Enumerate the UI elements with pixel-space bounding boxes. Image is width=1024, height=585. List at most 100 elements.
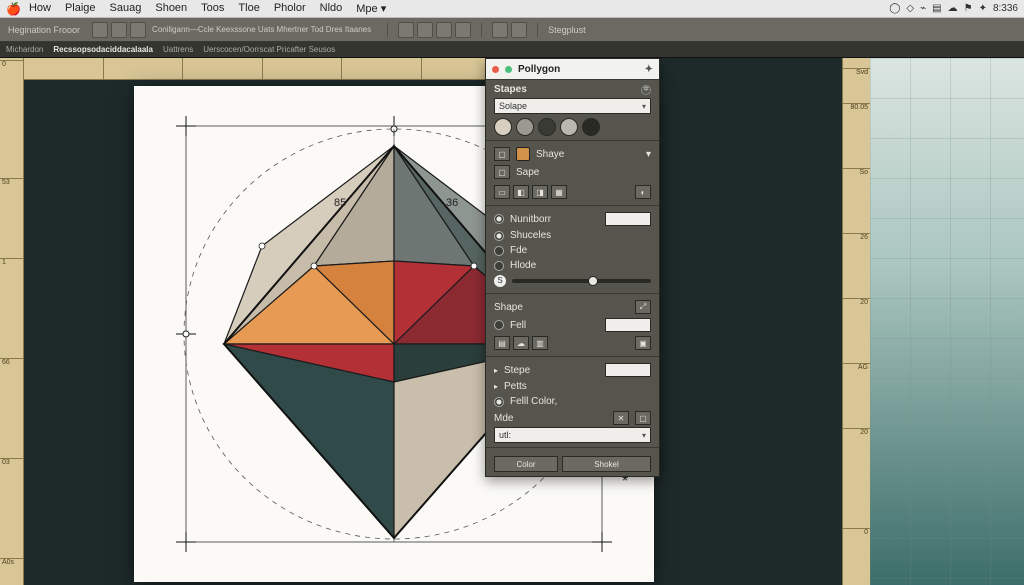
radio[interactable] <box>494 246 504 256</box>
square-icon[interactable]: ▢ <box>494 147 510 161</box>
os-menu-items: How Plaige Sauag Shoen Toos Tloe Pholor … <box>29 2 386 15</box>
tray-icon[interactable]: ⌁ <box>920 3 926 14</box>
ruler-tick <box>24 58 104 79</box>
radio[interactable] <box>494 320 504 330</box>
tool-button[interactable] <box>511 22 527 38</box>
checkbox[interactable]: ✕ <box>613 411 629 425</box>
tool-button[interactable] <box>92 22 108 38</box>
canvas-area[interactable]: 85 36 * Pollygon ✦ Stapes✲ Solape▾ <box>24 58 842 585</box>
ruler-tick <box>104 58 184 79</box>
radio[interactable] <box>494 231 504 241</box>
ruler-tick: 26 <box>843 233 870 241</box>
mini-tool[interactable]: ▣ <box>635 336 651 350</box>
secondary-viewport[interactable] <box>870 58 1024 585</box>
mini-tool[interactable]: ▭ <box>494 185 510 199</box>
dimension-label-right: 36 <box>446 197 458 209</box>
menu-toos[interactable]: Toos <box>201 2 224 15</box>
swatch[interactable] <box>538 118 556 136</box>
slider-thumb[interactable] <box>588 276 598 286</box>
ruler-tick <box>183 58 263 79</box>
swatch[interactable] <box>516 118 534 136</box>
radio[interactable] <box>494 214 504 224</box>
mini-tool[interactable]: ▤ <box>494 336 510 350</box>
swatch[interactable] <box>582 118 600 136</box>
tray-icon[interactable]: ◯ <box>889 3 900 14</box>
ruler-tick: 03 <box>0 458 23 466</box>
menu-how[interactable]: How <box>29 2 51 15</box>
mini-tool[interactable]: ◧ <box>513 185 529 199</box>
panel-titlebar[interactable]: Pollygon ✦ <box>486 59 659 79</box>
tool-button[interactable] <box>492 22 508 38</box>
tab-1[interactable]: Recssopsodaciddacalaala <box>53 45 153 54</box>
apple-icon[interactable]: 🍎 <box>6 2 21 16</box>
tab-3[interactable]: Uerscocen/Oorrscat Pricafter Seusos <box>203 45 335 54</box>
ruler-vertical[interactable]: 0 53 1 66 03 A0s <box>0 58 24 585</box>
tab-0[interactable]: Michardon <box>6 45 43 54</box>
fell-input[interactable] <box>605 318 651 332</box>
menu-pholor[interactable]: Pholor <box>274 2 306 15</box>
shape-label-2: Sape <box>516 167 539 178</box>
swatch[interactable] <box>494 118 512 136</box>
menu-sauag[interactable]: Sauag <box>110 2 142 15</box>
polygon-panel[interactable]: Pollygon ✦ Stapes✲ Solape▾ ▢Shaye▾ ▢S <box>485 58 660 477</box>
shape-label-1: Shaye <box>536 149 564 160</box>
panel-menu-icon[interactable]: ✦ <box>645 64 653 75</box>
menu-shoen[interactable]: Shoen <box>155 2 187 15</box>
ruler-tick: 20 <box>843 428 870 436</box>
swatch-row <box>494 118 651 136</box>
tool-button[interactable] <box>130 22 146 38</box>
lock-icon[interactable]: ⤢ <box>635 300 651 314</box>
ruler-tick: Svd <box>843 68 870 76</box>
grid-overlay <box>870 58 1024 585</box>
mini-tool[interactable]: ◨ <box>532 185 548 199</box>
tool-button[interactable] <box>111 22 127 38</box>
shapes-dropdown[interactable]: Solape▾ <box>494 98 651 114</box>
ruler-tick: 0 <box>0 60 23 68</box>
menu-plaige[interactable]: Plaige <box>65 2 96 15</box>
mini-tool[interactable]: ▦ <box>551 185 567 199</box>
square-icon[interactable]: ▢ <box>494 165 510 179</box>
ruler-vertical-right[interactable]: Svd 80.05 So 26 20 AG 20 0 <box>842 58 870 585</box>
menu-mpe[interactable]: Mpe ▾ <box>356 2 386 15</box>
mde-dropdown[interactable]: utl:▾ <box>494 427 651 443</box>
radio[interactable] <box>494 397 504 407</box>
ruler-tick: 53 <box>0 178 23 186</box>
ruler-tick: 20 <box>843 298 870 306</box>
ruler-tick <box>263 58 343 79</box>
menu-tloe[interactable]: Tloe <box>238 2 259 15</box>
tray-icon[interactable]: ⚑ <box>964 3 973 14</box>
mini-tool[interactable]: ▥ <box>532 336 548 350</box>
chevron-down-icon: ▾ <box>642 102 646 111</box>
gear-icon[interactable]: ✲ <box>641 85 651 95</box>
mini-tool[interactable]: ☁ <box>513 336 529 350</box>
ruler-tick: So <box>843 168 870 176</box>
shokel-button[interactable]: Shokel <box>562 456 651 472</box>
tool-button[interactable] <box>417 22 433 38</box>
close-icon[interactable] <box>492 66 499 73</box>
size-slider[interactable] <box>512 279 651 283</box>
os-menubar: 🍎 How Plaige Sauag Shoen Toos Tloe Pholo… <box>0 0 1024 18</box>
fde-label: Fde <box>510 245 527 256</box>
tool-button[interactable] <box>398 22 414 38</box>
panel-title-text: Pollygon <box>518 64 560 75</box>
s-badge-icon: S <box>494 275 506 287</box>
pets-label: Petts <box>504 381 527 392</box>
tray-icon[interactable]: ✦ <box>979 3 987 14</box>
tray-icon[interactable]: ◇ <box>906 3 914 14</box>
tool-button[interactable] <box>436 22 452 38</box>
tool-button[interactable] <box>455 22 471 38</box>
radio[interactable] <box>494 261 504 271</box>
shape-label: Shape <box>494 302 523 313</box>
number-input[interactable] <box>605 212 651 226</box>
tab-2[interactable]: Uattrens <box>163 45 193 54</box>
menu-nldo[interactable]: Nldo <box>320 2 343 15</box>
stype-input[interactable] <box>605 363 651 377</box>
mini-tool[interactable]: ◐ <box>635 185 651 199</box>
dimension-label-left: 85 <box>334 197 346 209</box>
minimize-icon[interactable] <box>505 66 512 73</box>
checkbox[interactable]: ▢ <box>635 411 651 425</box>
tray-icon[interactable]: ☁ <box>948 3 958 14</box>
color-button[interactable]: Color <box>494 456 558 472</box>
tray-icon[interactable]: ▤ <box>932 3 941 14</box>
swatch[interactable] <box>560 118 578 136</box>
